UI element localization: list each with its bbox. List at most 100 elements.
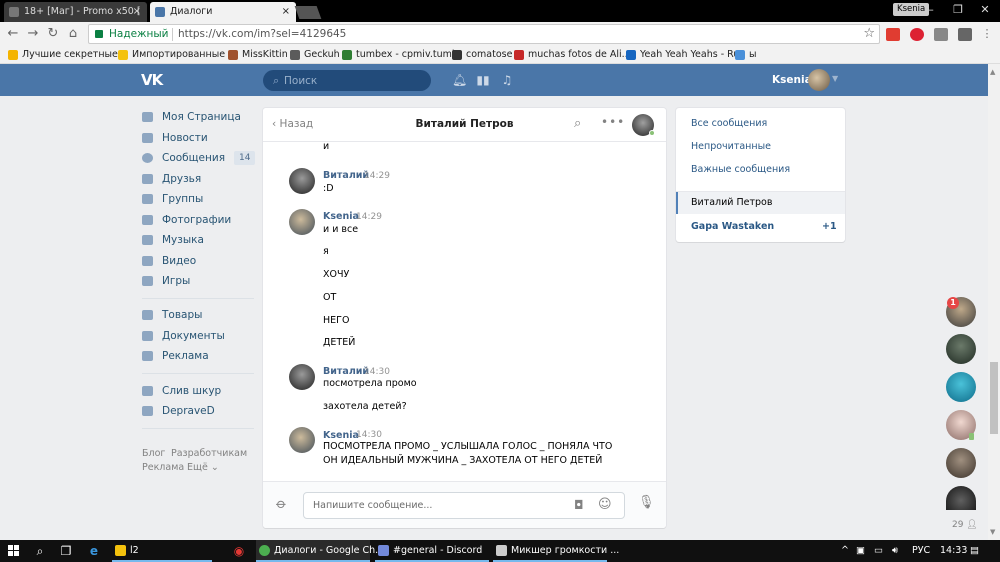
message-time[interactable]: 14:30 xyxy=(364,367,390,377)
omnibox[interactable]: Надежный https://vk.com/im?sel=4129645 ☆ xyxy=(88,24,880,44)
sidebar-item-messages[interactable]: Сообщения 14 xyxy=(142,149,256,167)
extension-gray-icon[interactable] xyxy=(958,28,972,41)
footer-link-ads[interactable]: Реклама xyxy=(142,462,184,473)
sidebar-item-depraved[interactable]: DepraveD xyxy=(142,402,252,420)
header-user-name[interactable]: Ksenia xyxy=(772,74,812,86)
message-author[interactable]: Ksenia xyxy=(323,211,359,222)
filter-unread[interactable]: Непрочитанные xyxy=(691,141,771,152)
notifications-bell-icon[interactable]: 🔔︎ xyxy=(452,73,467,87)
filter-all-messages[interactable]: Все сообщения xyxy=(691,118,767,129)
back-arrow-icon[interactable]: ← xyxy=(4,25,22,43)
avatar[interactable] xyxy=(289,168,315,194)
search-input[interactable] xyxy=(284,73,424,88)
paperclip-icon[interactable]: ⌀ xyxy=(273,495,290,512)
sidebar-item-friends[interactable]: Друзья xyxy=(142,170,252,188)
friend-avatar[interactable] xyxy=(946,334,976,364)
bookmark-item[interactable]: tumbex - cpmiv.tumb xyxy=(342,49,458,60)
scroll-down-icon[interactable]: ▼ xyxy=(990,528,995,536)
sidebar-item-sliv-shkur[interactable]: Слив шкур xyxy=(142,382,252,400)
bookmark-item[interactable]: Импортированные и xyxy=(118,49,234,60)
chrome-menu-icon[interactable]: ⋮ xyxy=(978,25,996,43)
chevron-down-icon[interactable]: ▼ xyxy=(832,74,838,83)
extension-red-icon[interactable] xyxy=(910,28,924,41)
message-time[interactable]: 14:29 xyxy=(356,212,382,222)
tab-close-icon[interactable]: × xyxy=(282,2,290,22)
footer-link-more[interactable]: Ещё ⌄ xyxy=(187,462,219,473)
vk-logo[interactable]: VK xyxy=(141,71,163,89)
sidebar-item-my-page[interactable]: Моя Страница xyxy=(142,108,252,126)
friend-avatar[interactable] xyxy=(946,448,976,478)
online-friends-count[interactable]: 29 👤︎ xyxy=(952,520,978,530)
avatar[interactable] xyxy=(289,364,315,390)
search-icon[interactable]: ⌕ xyxy=(32,543,48,559)
smiley-icon[interactable]: ☺ xyxy=(598,497,612,512)
bookmark-item[interactable]: ы xyxy=(735,49,757,60)
tray-app-icon[interactable]: ▣ xyxy=(856,540,865,562)
more-dots-icon[interactable]: ••• xyxy=(601,115,625,129)
search-box[interactable]: ⌕ xyxy=(263,70,431,91)
footer-link-developers[interactable]: Разработчикам xyxy=(171,448,247,459)
taskbar-app-chrome[interactable]: Диалоги - Google Ch... xyxy=(256,540,384,562)
reload-icon[interactable]: ↻ xyxy=(44,25,62,43)
windows-start-icon[interactable] xyxy=(8,545,20,557)
sidebar-item-video[interactable]: Видео xyxy=(142,252,252,270)
dialog-item-gapa[interactable]: Gapa Wastaken xyxy=(691,221,774,232)
home-icon[interactable]: ⌂ xyxy=(64,25,82,43)
task-view-icon[interactable]: ❐ xyxy=(58,543,74,559)
tab-dialogs[interactable]: Диалоги × xyxy=(150,2,296,22)
keyboard-language[interactable]: РУС xyxy=(912,540,930,562)
sidebar-item-groups[interactable]: Группы xyxy=(142,190,252,208)
sidebar-item-photos[interactable]: Фотографии xyxy=(142,211,252,229)
sidebar-item-goods[interactable]: Товары xyxy=(142,306,252,324)
friend-avatar[interactable] xyxy=(946,372,976,402)
search-icon[interactable]: ⌕ xyxy=(574,116,581,131)
filter-important[interactable]: Важные сообщения xyxy=(691,164,790,175)
avatar[interactable] xyxy=(289,427,315,453)
microphone-icon[interactable]: 🎙︎ xyxy=(638,495,655,510)
url-text[interactable]: https://vk.com/im?sel=4129645 xyxy=(178,28,346,40)
footer-link-blog[interactable]: Блог xyxy=(142,448,165,459)
camera-icon[interactable]: ◘ xyxy=(574,498,584,512)
message-author[interactable]: Виталий xyxy=(323,170,369,181)
message-time[interactable]: 14:29 xyxy=(364,171,390,181)
restore-icon[interactable]: ❐ xyxy=(944,0,972,20)
scrollbar-thumb[interactable] xyxy=(990,362,998,434)
network-icon[interactable]: ▭ xyxy=(874,540,883,562)
message-time[interactable]: 14:30 xyxy=(356,430,382,440)
taskbar-app-folder[interactable]: l2 xyxy=(112,540,212,562)
forward-arrow-icon[interactable]: → xyxy=(24,25,42,43)
page-scrollbar[interactable]: ▲ ▼ xyxy=(988,64,1000,540)
friend-avatar[interactable] xyxy=(946,486,976,510)
minimize-icon[interactable]: – xyxy=(917,0,945,20)
sidebar-item-music[interactable]: Музыка xyxy=(142,231,252,249)
tab-close-icon[interactable]: × xyxy=(133,2,141,22)
volume-icon[interactable]: 🔊︎ xyxy=(892,540,898,562)
bookmark-item[interactable]: Geckuh xyxy=(290,49,340,60)
bookmark-item[interactable]: muchas fotos de Ali... xyxy=(514,49,631,60)
avatar[interactable] xyxy=(808,69,830,91)
adblock-icon[interactable] xyxy=(886,28,900,41)
message-author[interactable]: Виталий xyxy=(323,366,369,377)
bookmark-item[interactable]: Yeah Yeah Yeahs - Ru xyxy=(626,49,739,60)
extension-grid-icon[interactable] xyxy=(934,28,948,41)
bookmark-item[interactable]: comatose xyxy=(452,49,512,60)
sidebar-item-games[interactable]: Игры xyxy=(142,272,252,290)
bookmark-item[interactable]: Лучшие секретные р xyxy=(8,49,127,60)
sidebar-item-news[interactable]: Новости xyxy=(142,129,252,147)
taskbar-app-discord[interactable]: #general - Discord xyxy=(375,540,489,562)
music-note-icon[interactable]: ♫ xyxy=(500,73,514,87)
edge-browser-icon[interactable]: e xyxy=(86,543,102,559)
scroll-up-icon[interactable]: ▲ xyxy=(990,68,995,76)
close-window-icon[interactable]: ✕ xyxy=(971,0,999,20)
bookmark-star-icon[interactable]: ☆ xyxy=(863,26,875,41)
tray-chevron-icon[interactable]: ^ xyxy=(841,540,849,562)
avatar[interactable] xyxy=(289,209,315,235)
record-app-icon[interactable]: ◉ xyxy=(231,543,247,559)
message-author[interactable]: Ksenia xyxy=(323,430,359,441)
bookmark-item[interactable]: MissKittin xyxy=(228,49,288,60)
taskbar-app-volume-mixer[interactable]: Микшер громкости ... xyxy=(493,540,619,562)
message-input-box[interactable]: ◘ ☺ xyxy=(303,492,625,519)
audio-bars-icon[interactable]: ▮▮ xyxy=(476,73,490,87)
tab-promo[interactable]: 18+ [Маг] - Promo x50 [ × xyxy=(4,2,147,22)
new-tab-button[interactable] xyxy=(294,6,322,19)
